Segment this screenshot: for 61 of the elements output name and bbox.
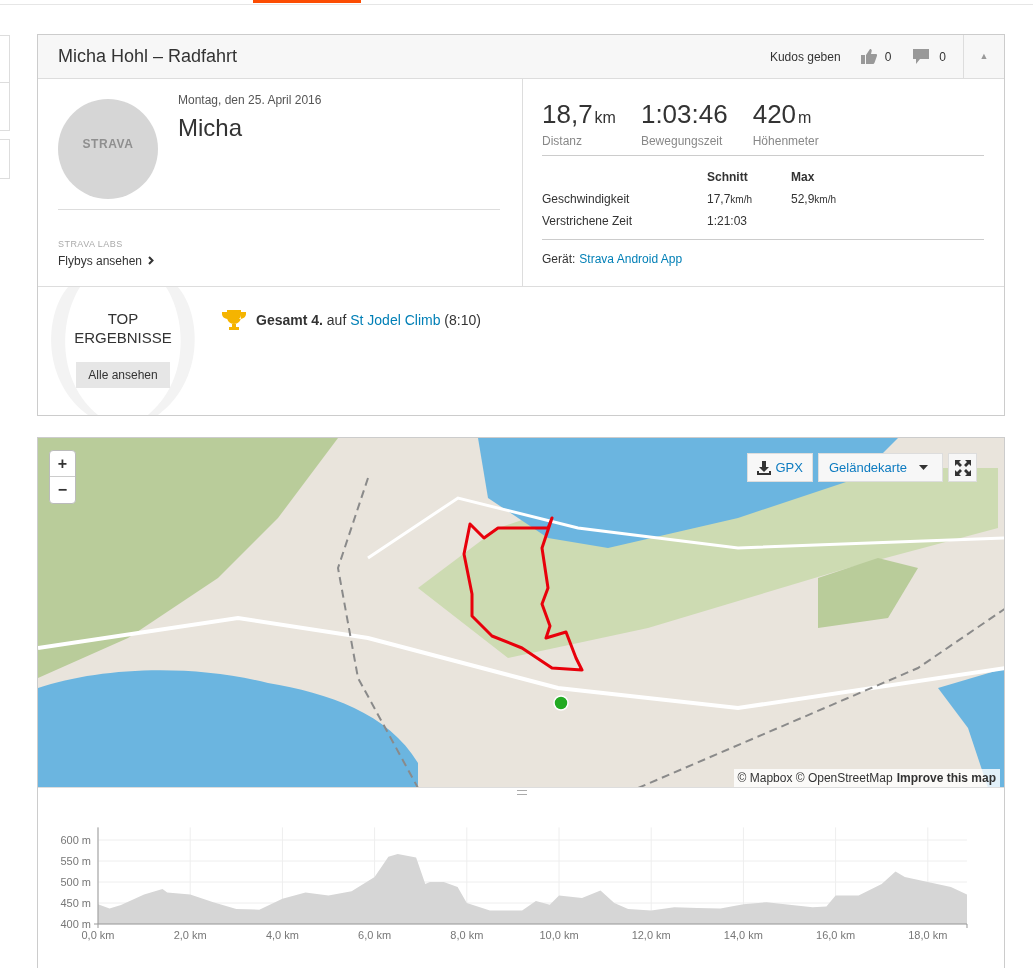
device-label: Gerät: — [542, 251, 576, 268]
top-results-title: TOP ERGEBNISSE — [73, 309, 173, 347]
x-tick-label: 4,0 km — [265, 929, 299, 941]
row-label: Geschwindigkeit — [542, 191, 631, 208]
y-tick-label: 600 m — [60, 834, 91, 846]
trophy-icon — [222, 309, 246, 331]
table-cell-text: 17,7km/h — [707, 191, 754, 208]
stat-value: 420 m — [752, 100, 813, 131]
resize-handle[interactable] — [517, 790, 527, 795]
kudos-button[interactable]: 0 — [860, 47, 892, 66]
see-all-button[interactable]: Alle ansehen — [76, 362, 170, 388]
stat-value: 18,7km — [542, 100, 616, 131]
gpx-download-button[interactable]: GPX — [747, 453, 813, 482]
y-tick-label: 450 m — [60, 897, 91, 909]
zoom-in-button[interactable]: + — [50, 451, 75, 477]
comment-icon — [913, 49, 930, 64]
map-attribution: © Mapbox © OpenStreetMap — [737, 770, 893, 787]
y-tick-label: 550 m — [60, 855, 91, 867]
column-header: Max — [791, 169, 815, 186]
y-tick-label: 500 m — [60, 876, 91, 888]
x-tick-label: 12,0 km — [631, 929, 671, 941]
caret-icon — [919, 465, 928, 470]
table-cell-text: 1:21:03 — [707, 213, 749, 230]
row-label: Verstrichene Zeit — [542, 213, 634, 230]
fullscreen-icon — [954, 459, 971, 476]
comments-button[interactable]: 0 — [913, 47, 946, 66]
zoom-out-button[interactable]: − — [50, 477, 75, 503]
device-link[interactable]: Strava Android App — [579, 250, 683, 268]
stat-value: 1:03:46 — [640, 100, 728, 131]
flybys-link[interactable]: Flybys ansehen — [58, 251, 155, 270]
sidebar-tab[interactable] — [0, 139, 10, 179]
y-tick-label: 400 m — [60, 918, 91, 930]
sidebar-tab[interactable] — [0, 83, 10, 131]
x-tick-label: 8,0 km — [450, 929, 484, 941]
segment-link[interactable]: St Jodel Climb — [350, 311, 441, 328]
kudos-label: Kudos geben — [769, 48, 841, 66]
chevron-right-icon — [148, 256, 155, 265]
download-icon — [757, 460, 772, 475]
stat-label: Bewegungszeit — [640, 133, 724, 150]
sidebar-tab[interactable] — [0, 35, 10, 83]
x-tick-label: 0,0 km — [81, 929, 115, 941]
thumbs-up-icon — [860, 49, 877, 64]
table-cell-text: 52,9km/h — [791, 191, 837, 208]
x-tick-label: 14,0 km — [723, 929, 763, 941]
x-tick-label: 16,0 km — [816, 929, 856, 941]
map-type-dropdown[interactable]: Geländekarte — [817, 453, 943, 482]
improve-map-link[interactable]: Improve this map — [896, 769, 996, 787]
stat-label: Höhenmeter — [752, 133, 819, 150]
x-tick-label: 6,0 km — [358, 929, 392, 941]
x-tick-label: 10,0 km — [539, 929, 579, 941]
athlete-name[interactable]: Micha — [178, 110, 322, 146]
activity-date: Montag, den 25. April 2016 — [178, 92, 322, 109]
x-tick-label: 2,0 km — [173, 929, 207, 941]
activity-title: Micha Hohl – Radfahrt — [58, 45, 239, 68]
achievement-text: Gesamt 4. auf St Jodel Climb (8:10) — [256, 310, 481, 330]
stat-label: Distanz — [542, 133, 583, 150]
x-tick-label: 18,0 km — [908, 929, 948, 941]
labs-label: STRAVA LABS — [58, 238, 124, 251]
avatar-logo-text: STRAVA — [82, 136, 134, 153]
fullscreen-button[interactable] — [948, 453, 977, 482]
column-header: Schnitt — [707, 169, 749, 186]
